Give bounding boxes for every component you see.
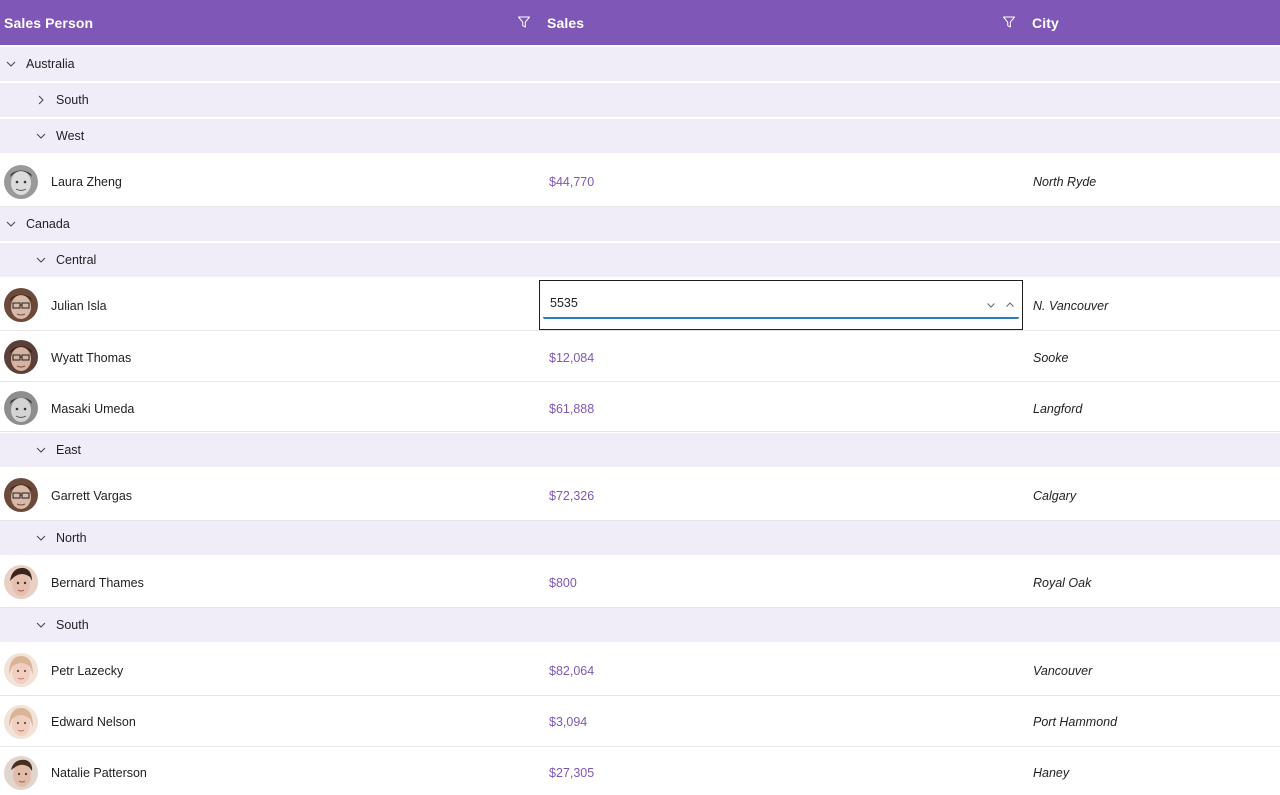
- header-label: Sales: [547, 14, 585, 31]
- group-label: West: [56, 129, 85, 143]
- city-value: Port Hammond: [1033, 715, 1118, 729]
- group-row-canada-east[interactable]: East: [0, 433, 1280, 468]
- chevron-up-icon[interactable]: [1004, 298, 1016, 310]
- avatar: [4, 653, 38, 687]
- sales-person-name: Edward Nelson: [51, 715, 136, 729]
- sales-value[interactable]: $72,326: [549, 489, 594, 503]
- group-row-australia-west[interactable]: West: [0, 119, 1280, 154]
- chevron-down-icon[interactable]: [35, 444, 47, 456]
- header-label: Sales Person: [4, 14, 94, 31]
- avatar: [4, 478, 38, 512]
- city-value: Vancouver: [1033, 664, 1093, 678]
- chevron-down-icon[interactable]: [5, 58, 17, 70]
- header-label: City: [1032, 14, 1059, 31]
- sales-value[interactable]: $61,888: [549, 402, 594, 416]
- grid-header: Sales Person Sales City: [0, 0, 1280, 45]
- table-row[interactable]: Edward Nelson $3,094 Port Hammond: [0, 696, 1280, 747]
- chevron-down-icon[interactable]: [5, 218, 17, 230]
- chevron-down-icon[interactable]: [35, 130, 47, 142]
- chevron-down-icon[interactable]: [985, 298, 997, 310]
- avatar: [4, 391, 38, 425]
- group-label: North: [56, 531, 87, 545]
- sales-value[interactable]: $3,094: [549, 715, 587, 729]
- city-value: N. Vancouver: [1033, 299, 1109, 313]
- group-label: Central: [56, 253, 97, 267]
- table-row[interactable]: Natalie Patterson $27,305 Haney: [0, 747, 1280, 795]
- hierarchical-grid: Sales Person Sales City Australia South …: [0, 0, 1280, 795]
- sales-person-name: Masaki Umeda: [51, 402, 135, 416]
- group-row-australia-south[interactable]: South: [0, 83, 1280, 118]
- group-row-canada[interactable]: Canada: [0, 207, 1280, 242]
- group-label: South: [56, 618, 89, 632]
- sales-person-name: Julian Isla: [51, 299, 107, 313]
- sales-value[interactable]: $82,064: [549, 664, 594, 678]
- group-row-canada-north[interactable]: North: [0, 521, 1280, 556]
- group-row-canada-south[interactable]: South: [0, 608, 1280, 643]
- sales-person-name: Petr Lazecky: [51, 664, 124, 678]
- group-label: South: [56, 93, 89, 107]
- sales-value[interactable]: $27,305: [549, 766, 594, 780]
- sales-value[interactable]: $12,084: [549, 351, 594, 365]
- sales-numeric-input[interactable]: [543, 289, 1019, 319]
- header-sales[interactable]: Sales: [547, 0, 584, 45]
- sales-person-name: Wyatt Thomas: [51, 351, 132, 365]
- chevron-right-icon[interactable]: [35, 94, 47, 106]
- group-label: East: [56, 443, 82, 457]
- table-row[interactable]: Masaki Umeda $61,888 Langford: [0, 382, 1280, 432]
- filter-icon[interactable]: [1002, 15, 1016, 29]
- chevron-down-icon[interactable]: [35, 619, 47, 631]
- table-row[interactable]: Laura Zheng $44,770 North Ryde: [0, 157, 1280, 207]
- chevron-down-icon[interactable]: [35, 254, 47, 266]
- sales-person-name: Natalie Patterson: [51, 766, 147, 780]
- filter-icon[interactable]: [517, 15, 531, 29]
- city-value: Calgary: [1033, 489, 1077, 503]
- table-row[interactable]: Wyatt Thomas $12,084 Sooke: [0, 331, 1280, 382]
- header-city[interactable]: City: [1032, 0, 1059, 45]
- city-value: Haney: [1033, 766, 1070, 780]
- city-value: Sooke: [1033, 351, 1069, 365]
- avatar: [4, 705, 38, 739]
- group-label: Canada: [26, 217, 70, 231]
- group-label: Australia: [26, 57, 75, 71]
- sales-cell-editor: [539, 280, 1023, 330]
- table-row[interactable]: Garrett Vargas $72,326 Calgary: [0, 470, 1280, 521]
- chevron-down-icon[interactable]: [35, 532, 47, 544]
- city-value: Royal Oak: [1033, 576, 1092, 590]
- sales-person-name: Garrett Vargas: [51, 489, 133, 503]
- sales-value[interactable]: $800: [549, 576, 577, 590]
- group-row-canada-central[interactable]: Central: [0, 243, 1280, 278]
- table-row[interactable]: Petr Lazecky $82,064 Vancouver: [0, 645, 1280, 696]
- avatar: [4, 165, 38, 199]
- city-value: Langford: [1033, 402, 1083, 416]
- avatar: [4, 288, 38, 322]
- avatar: [4, 340, 38, 374]
- table-row[interactable]: Bernard Thames $800 Royal Oak: [0, 557, 1280, 608]
- sales-person-name: Laura Zheng: [51, 175, 122, 189]
- sales-person-name: Bernard Thames: [51, 576, 144, 590]
- avatar: [4, 756, 38, 790]
- group-row-australia[interactable]: Australia: [0, 47, 1280, 82]
- sales-value[interactable]: $44,770: [549, 175, 594, 189]
- city-value: North Ryde: [1033, 175, 1097, 189]
- avatar: [4, 565, 38, 599]
- header-sales-person[interactable]: Sales Person: [4, 0, 93, 45]
